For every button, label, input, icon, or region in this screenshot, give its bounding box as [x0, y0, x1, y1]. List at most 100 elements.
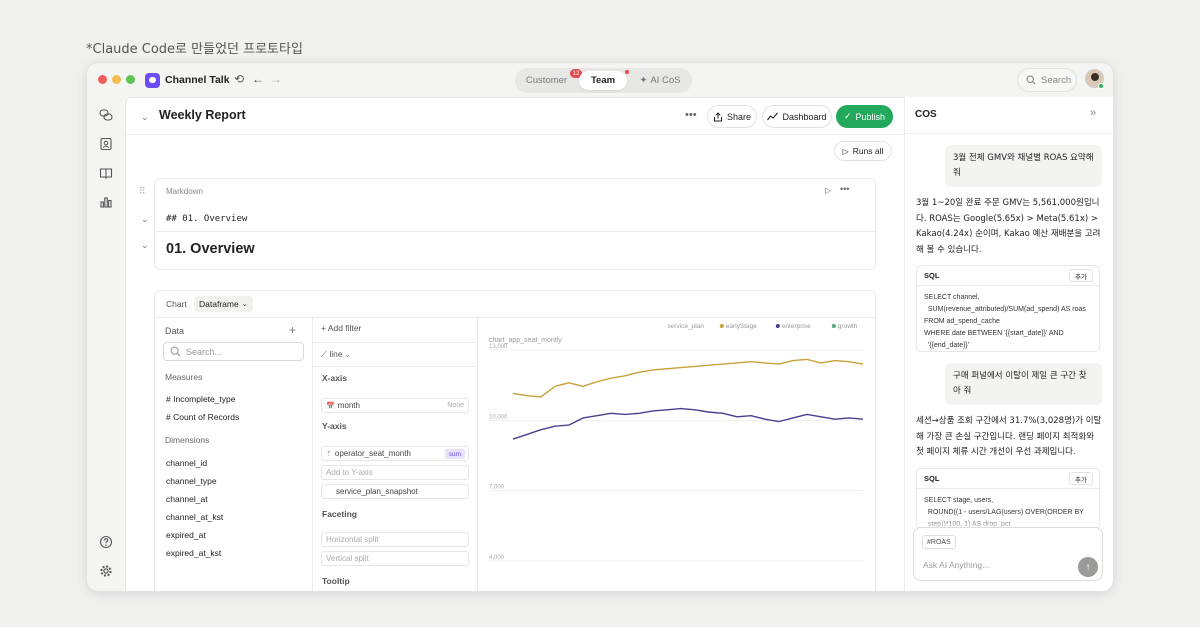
dimension-item[interactable]: expired_at_kst — [166, 548, 221, 558]
chart-legend: growth enterprise earlyStage service_plan — [667, 323, 857, 330]
series-line-enterprise[interactable] — [512, 407, 864, 440]
context-chip[interactable]: #ROAS — [922, 535, 956, 549]
global-search[interactable]: Search — [1017, 68, 1077, 92]
dimension-item[interactable]: channel_at_kst — [166, 512, 223, 522]
analytics-icon[interactable] — [99, 195, 113, 209]
minimize-window-button[interactable] — [112, 75, 121, 84]
report-header: ⌄ Weekly Report ••• Share Dashboard ✓ Pu… — [126, 98, 904, 135]
dimension-item[interactable]: channel_id — [166, 458, 207, 468]
share-button[interactable]: Share — [707, 105, 757, 128]
settings-gear-icon[interactable] — [99, 564, 113, 578]
search-icon — [1026, 75, 1036, 85]
dashboard-button[interactable]: Dashboard — [762, 105, 832, 128]
app-switcher[interactable]: Channel Talk — [145, 70, 230, 90]
search-label: Search — [1041, 74, 1072, 86]
sql-label: SQL — [924, 474, 940, 483]
tab-ai-cos[interactable]: ✦ AI CoS — [631, 71, 689, 90]
plus-icon: + — [321, 323, 328, 333]
cell-divider — [155, 231, 875, 232]
field-search-input[interactable]: Search... — [163, 342, 304, 361]
composer-input[interactable]: Ask AI Anything... — [923, 560, 989, 570]
report-title[interactable]: Weekly Report — [159, 108, 246, 122]
chart-type-select[interactable]: ⟋ line ⌄ — [321, 349, 350, 360]
close-window-button[interactable] — [98, 75, 107, 84]
dimension-item[interactable]: channel_type — [166, 476, 217, 486]
data-panel: Data + Search... Measures # Incomplete_t… — [155, 318, 313, 591]
runs-all-label: Runs all — [852, 146, 884, 156]
ai-composer[interactable]: #ROAS Ask AI Anything... ↑ — [913, 527, 1103, 581]
chart-config-panel: + Add filter ⟋ line ⌄ X-axis 📅 month Non… — [313, 318, 478, 591]
dimension-item[interactable]: expired_at — [166, 530, 206, 540]
tab-customer[interactable]: Customer 12 — [519, 69, 582, 90]
add-sql-button[interactable]: 추가 — [1069, 269, 1093, 282]
play-icon: ▷ — [842, 146, 849, 156]
data-panel-title: Data — [165, 326, 185, 336]
add-filter-label: Add filter — [327, 323, 362, 333]
book-icon[interactable] — [99, 166, 113, 180]
sql-card: SQL 추가 SELECT channel, SUM(revenue_attri… — [916, 265, 1100, 352]
sql-card-header: SQL 추가 — [917, 469, 1099, 489]
workspace-tabs: Customer 12 Team ✦ AI CoS — [515, 68, 692, 93]
history-icon[interactable]: ⟲ — [234, 72, 244, 86]
markdown-source[interactable]: ## 01. Overview — [166, 214, 247, 224]
x-field-label: month — [337, 401, 360, 410]
markdown-cell[interactable]: Markdown ▷ ••• ## 01. Overview 01. Overv… — [154, 178, 876, 270]
legend-swatch — [719, 324, 724, 328]
block-collapse-chevron-icon[interactable]: ⌄ — [141, 214, 149, 225]
run-cell-icon[interactable]: ▷ — [825, 186, 831, 195]
divider — [313, 342, 477, 343]
back-arrow-icon[interactable]: ← — [252, 72, 264, 86]
more-options-icon[interactable]: ••• — [685, 109, 697, 121]
share-icon — [713, 111, 722, 121]
output-collapse-chevron-icon[interactable]: ⌄ — [141, 240, 149, 251]
forward-arrow-icon[interactable]: → — [270, 72, 282, 86]
publish-button[interactable]: ✓ Publish — [836, 105, 893, 128]
measure-item[interactable]: # Count of Records — [166, 412, 239, 422]
measure-item[interactable]: # Incomplete_type — [166, 394, 235, 404]
contacts-icon[interactable] — [99, 137, 113, 151]
cos-assistant-panel: COS » 3월 전체 GMV와 채널별 ROAS 요약해 줘 3월 1~20일… — [904, 97, 1113, 591]
sql-card-header: SQL 추가 — [917, 266, 1099, 286]
series-line-earlyStage[interactable] — [512, 358, 864, 398]
app-name: Channel Talk — [165, 74, 230, 86]
runs-all-button[interactable]: ▷ Runs all — [834, 141, 892, 161]
collapse-panel-icon[interactable]: » — [1090, 107, 1096, 119]
cell-more-icon[interactable]: ••• — [840, 184, 849, 194]
dataframe-select[interactable]: Dataframe ⌄ — [194, 296, 253, 312]
add-y-axis-field[interactable]: Add to Y-axis — [321, 465, 469, 480]
tooltip-heading: Tooltip — [322, 576, 350, 586]
user-message: 구매 퍼널에서 이탈이 제일 큰 구간 찾아 줘 — [945, 363, 1102, 405]
tab-customer-label: Customer — [525, 75, 568, 86]
add-data-icon[interactable]: + — [289, 323, 296, 337]
sql-code: SELECT stage, users, ROUND((1 - users/LA… — [924, 497, 1084, 528]
legend-label: growth — [838, 323, 858, 330]
x-field-agg[interactable]: None — [447, 402, 464, 409]
help-icon[interactable] — [99, 535, 113, 549]
maximize-window-button[interactable] — [126, 75, 135, 84]
y-field-label: operator_seat_month — [334, 449, 411, 458]
x-axis-field[interactable]: 📅 month None — [321, 398, 469, 413]
divider — [313, 366, 477, 367]
y-field-agg[interactable]: sum — [444, 449, 465, 459]
drag-handle-icon[interactable]: ⠿ — [139, 186, 146, 197]
add-filter-button[interactable]: + Add filter — [321, 323, 361, 333]
chart-plot-area: chart_app_seat_montly growth enterprise ea… — [478, 318, 875, 591]
y-axis-field[interactable]: ⇡ operator_seat_month sum — [321, 446, 469, 461]
chart-tab[interactable]: Chart — [166, 299, 187, 309]
dataframe-select-value: Dataframe — [199, 299, 239, 309]
vertical-split-field[interactable]: Vertical split — [321, 551, 469, 566]
send-button[interactable]: ↑ — [1078, 557, 1098, 577]
line-chart: chart_app_seat_montly growth enterprise ea… — [489, 323, 864, 562]
tab-team[interactable]: Team — [579, 71, 627, 90]
dimension-item[interactable]: channel_at — [166, 494, 208, 504]
series-field[interactable]: service_plan_snapshot — [321, 484, 469, 499]
cell-type-label: Markdown — [166, 187, 203, 196]
add-sql-button[interactable]: 추가 — [1069, 472, 1093, 485]
titlebar: Channel Talk ⟲ ← → Customer 12 Team ✦ AI… — [87, 63, 1113, 97]
horizontal-split-field[interactable]: Horizontal split — [321, 532, 469, 547]
chat-bubbles-icon[interactable] — [99, 108, 113, 122]
calendar-icon: 📅 — [326, 402, 335, 410]
ai-message: 3월 1~20일 완료 주문 GMV는 5,561,000원입니다. ROAS는… — [916, 198, 1101, 255]
collapse-chevron-icon[interactable]: ⌄ — [141, 112, 149, 123]
measure-label: Incomplete_type — [173, 394, 236, 404]
